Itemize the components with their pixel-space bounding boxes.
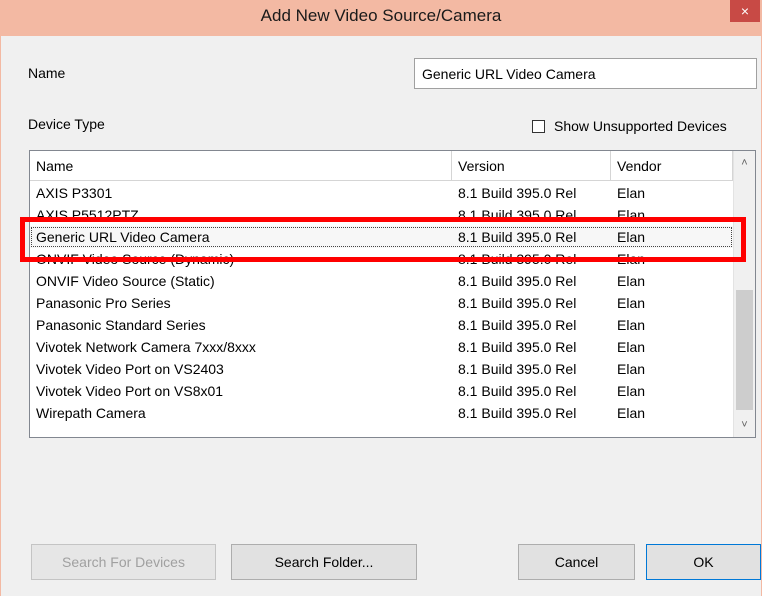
cell-vendor: Elan: [617, 273, 646, 289]
cancel-button[interactable]: Cancel: [518, 544, 635, 580]
column-header-version[interactable]: Version: [452, 151, 611, 181]
table-row[interactable]: Vivotek Network Camera 7xxx/8xxx 8.1 Bui…: [30, 336, 733, 358]
column-header-vendor[interactable]: Vendor: [611, 151, 733, 181]
cell-vendor: Elan: [617, 317, 646, 333]
cell-version: 8.1 Build 395.0 Rel: [458, 185, 577, 201]
cell-name: ONVIF Video Source (Static): [36, 273, 215, 289]
cell-name: Panasonic Pro Series: [36, 295, 171, 311]
cell-name: AXIS P3301: [36, 185, 113, 201]
cell-version: 8.1 Build 395.0 Rel: [458, 273, 577, 289]
cell-name: Generic URL Video Camera: [36, 229, 210, 245]
column-header-name[interactable]: Name: [30, 151, 452, 181]
cell-version: 8.1 Build 395.0 Rel: [458, 383, 577, 399]
device-type-label: Device Type: [28, 116, 105, 132]
close-icon: ×: [740, 3, 750, 19]
cell-name: AXIS P5512PTZ: [36, 207, 139, 223]
cell-name: ONVIF Video Source (Dynamic): [36, 251, 235, 267]
show-unsupported-label: Show Unsupported Devices: [554, 118, 727, 134]
cell-name: Panasonic Standard Series: [36, 317, 206, 333]
cell-vendor: Elan: [617, 251, 646, 267]
cell-version: 8.1 Build 395.0 Rel: [458, 251, 577, 267]
table-row[interactable]: Wirepath Camera 8.1 Build 395.0 Rel Elan: [30, 402, 733, 424]
scroll-up-icon[interactable]: ˄: [734, 153, 755, 173]
cell-version: 8.1 Build 395.0 Rel: [458, 361, 577, 377]
name-label: Name: [28, 65, 66, 81]
table-row[interactable]: ONVIF Video Source (Dynamic) 8.1 Build 3…: [30, 248, 733, 270]
close-button[interactable]: ×: [730, 0, 760, 22]
window-title: Add New Video Source/Camera: [260, 6, 502, 25]
cell-version: 8.1 Build 395.0 Rel: [458, 207, 577, 223]
cell-vendor: Elan: [617, 405, 646, 421]
cell-name: Wirepath Camera: [36, 405, 146, 421]
list-scrollbar[interactable]: ˄ ˅: [733, 151, 755, 437]
cell-version: 8.1 Build 395.0 Rel: [458, 405, 577, 421]
ok-button[interactable]: OK: [646, 544, 761, 580]
title-bar[interactable]: Add New Video Source/Camera ×: [1, 0, 761, 36]
table-row[interactable]: Panasonic Standard Series 8.1 Build 395.…: [30, 314, 733, 336]
table-row[interactable]: AXIS P5512PTZ 8.1 Build 395.0 Rel Elan: [30, 204, 733, 226]
cell-name: Vivotek Video Port on VS2403: [36, 361, 224, 377]
scroll-thumb[interactable]: [736, 290, 753, 410]
search-folder-button[interactable]: Search Folder...: [231, 544, 417, 580]
table-row[interactable]: Vivotek Video Port on VS2403 8.1 Build 3…: [30, 358, 733, 380]
cell-vendor: Elan: [617, 361, 646, 377]
cell-vendor: Elan: [617, 229, 646, 245]
cell-name: Vivotek Video Port on VS8x01: [36, 383, 224, 399]
name-input[interactable]: [414, 58, 757, 89]
cell-version: 8.1 Build 395.0 Rel: [458, 229, 577, 245]
cell-vendor: Elan: [617, 295, 646, 311]
cell-version: 8.1 Build 395.0 Rel: [458, 339, 577, 355]
cell-version: 8.1 Build 395.0 Rel: [458, 295, 577, 311]
cell-vendor: Elan: [617, 185, 646, 201]
show-unsupported-checkbox[interactable]: [532, 119, 545, 133]
device-type-list[interactable]: Name Version Vendor AXIS P3301 8.1 Build…: [29, 150, 756, 438]
cell-version: 8.1 Build 395.0 Rel: [458, 317, 577, 333]
table-row[interactable]: ONVIF Video Source (Static) 8.1 Build 39…: [30, 270, 733, 292]
scroll-down-icon[interactable]: ˅: [734, 415, 755, 435]
table-row[interactable]: Panasonic Pro Series 8.1 Build 395.0 Rel…: [30, 292, 733, 314]
list-header: Name Version Vendor: [30, 151, 733, 181]
show-unsupported-toggle[interactable]: Show Unsupported Devices: [532, 117, 727, 135]
table-row-selected[interactable]: Generic URL Video Camera 8.1 Build 395.0…: [30, 226, 733, 248]
table-row[interactable]: AXIS P3301 8.1 Build 395.0 Rel Elan: [30, 182, 733, 204]
dialog-window: Add New Video Source/Camera × Name Devic…: [0, 0, 762, 596]
cell-vendor: Elan: [617, 207, 646, 223]
table-row[interactable]: Vivotek Video Port on VS8x01 8.1 Build 3…: [30, 380, 733, 402]
cell-name: Vivotek Network Camera 7xxx/8xxx: [36, 339, 256, 355]
cell-vendor: Elan: [617, 339, 646, 355]
search-for-devices-button[interactable]: Search For Devices: [31, 544, 216, 580]
cell-vendor: Elan: [617, 383, 646, 399]
